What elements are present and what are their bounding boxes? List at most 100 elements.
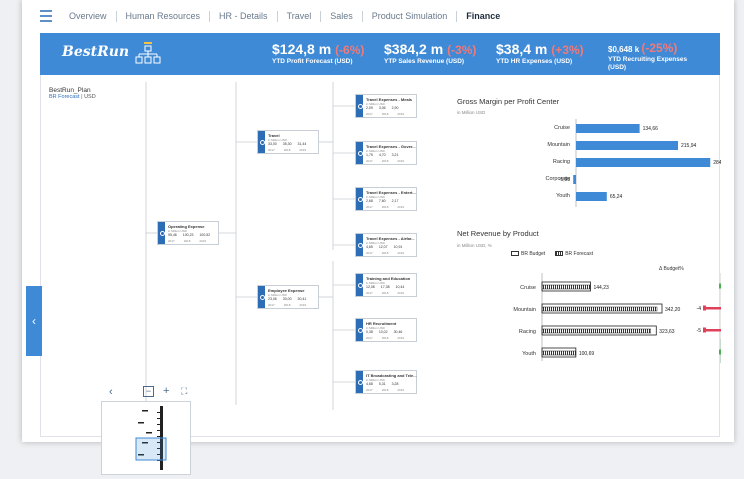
minimap-drawing — [135, 406, 167, 470]
tree-node-it-broadcasting[interactable]: IT Broadcasting and Tele... in Million U… — [355, 370, 417, 394]
node-year: 2017 — [366, 388, 373, 392]
nr-forecast-bar[interactable] — [541, 350, 577, 356]
minimap[interactable] — [101, 401, 191, 475]
kpi-hr-expenses[interactable]: $38,4 m (+3%) YTD HR Expenses (USD) — [496, 41, 584, 65]
node-icon — [356, 188, 363, 210]
delta-bar-negative[interactable] — [705, 307, 721, 310]
tree-node-travel-meals[interactable]: Travel Expenses - Meals in Million USD 2… — [355, 94, 417, 118]
previous-page-button[interactable]: ‹ — [26, 286, 42, 356]
gm-data-label: -5,93 — [559, 177, 571, 183]
legend-item-budget[interactable]: BR Budget — [511, 251, 545, 257]
tree-node-travel-government[interactable]: Travel Expenses - Gover... in Million US… — [355, 141, 417, 165]
nr-category-label: Cruise — [520, 285, 536, 291]
node-value: 33,00 — [268, 142, 277, 146]
node-value: 12,07 — [378, 245, 388, 249]
tab-human-resources[interactable]: Human Resources — [117, 10, 211, 22]
nr-forecast-bar[interactable] — [541, 284, 591, 290]
gm-bar[interactable] — [576, 192, 607, 201]
bestrun-logo: BestRun — [62, 44, 130, 60]
gm-bar[interactable] — [576, 158, 711, 167]
tab-hr-details[interactable]: HR - Details — [210, 10, 278, 22]
tree-node-travel[interactable]: Travel in Million USD 33,00 35,30 31,44 20… — [257, 130, 319, 154]
gross-margin-chart[interactable]: Cruise134,66Mountain215,94Racing284,18Co… — [451, 117, 721, 209]
node-year: 2019 — [299, 148, 307, 152]
kpi-label: YTD Profit Forecast (USD) — [272, 58, 353, 65]
legend-item-forecast[interactable]: BR Forecast — [555, 251, 593, 257]
tab-product-simulation[interactable]: Product Simulation — [363, 10, 458, 22]
kpi-label: YTD HR Expenses (USD) — [496, 58, 573, 65]
gross-margin-subtitle: in Million USD — [457, 110, 486, 115]
node-icon — [356, 274, 363, 296]
node-value: 30,00 — [282, 297, 292, 301]
node-year: 2017 — [168, 239, 175, 243]
zoom-in-button[interactable]: + — [163, 386, 169, 397]
tree-node-training-education[interactable]: Training and Education in Million USD 12… — [355, 273, 417, 297]
node-value: 3,28 — [391, 382, 399, 386]
net-revenue-legend: BR Budget BR Forecast — [511, 251, 593, 257]
gm-bar[interactable] — [576, 141, 679, 150]
tab-travel[interactable]: Travel — [278, 10, 322, 22]
node-value: 2,09 — [366, 106, 373, 110]
node-value: 3,21 — [391, 153, 399, 157]
tab-sales[interactable]: Sales — [321, 10, 363, 22]
tree-node-operating-expense[interactable]: Operating Expense in Million USD 95,46 10… — [157, 221, 219, 245]
minimap-controls: ‹ − + ⛶ — [103, 386, 203, 400]
node-value: 2,17 — [391, 199, 399, 203]
kpi-delta: (+3%) — [551, 43, 584, 57]
node-icon — [258, 286, 265, 308]
kpi-value: $38,4 m — [496, 41, 548, 57]
node-year: 2019 — [397, 112, 405, 116]
tab-finance[interactable]: Finance — [457, 11, 509, 22]
minimap-back-button[interactable]: ‹ — [109, 386, 113, 398]
nr-category-label: Mountain — [513, 307, 536, 313]
nr-category-label: Youth — [522, 351, 536, 357]
kpi-sales-revenue[interactable]: $384,2 m (-3%) YTP Sales Revenue (USD) — [384, 41, 476, 65]
tree-node-travel-airfare[interactable]: Travel Expenses - Airfar... in Million U… — [355, 233, 417, 257]
kpi-profit-forecast[interactable]: $124,8 m (-6%) YTD Profit Forecast (USD) — [272, 41, 364, 65]
tab-bar: Overview Human Resources HR - Details Tr… — [22, 0, 734, 32]
nr-forecast-bar[interactable] — [541, 306, 658, 312]
kpi-delta: (-6%) — [335, 43, 365, 57]
delta-bar-negative[interactable] — [705, 329, 721, 332]
zoom-out-button[interactable]: − — [143, 386, 154, 397]
node-value: 23,06 — [268, 297, 277, 301]
kpi-delta: (-3%) — [447, 43, 477, 57]
node-icon — [258, 131, 265, 153]
node-value: 3,06 — [378, 106, 386, 110]
kpi-recruiting-expenses[interactable]: $0,648 k (-25%) YTD Recruiting Expenses … — [608, 41, 703, 72]
tree-node-travel-entertainment[interactable]: Travel Expenses - Entert... in Million U… — [355, 187, 417, 211]
fit-screen-button[interactable]: ⛶ — [181, 386, 187, 397]
net-revenue-chart[interactable]: Cruise 144,23 Mountain 342,20 -4 Racing 323,63… — [451, 271, 721, 363]
nr-data-label: 323,63 — [659, 329, 675, 335]
node-value: 31,44 — [297, 142, 307, 146]
gm-data-label: 215,94 — [681, 143, 697, 149]
kpi-label: YTP Sales Revenue (USD) — [384, 58, 465, 65]
node-value: 100,23 — [182, 233, 194, 237]
node-year: 2018 — [183, 239, 191, 243]
node-year: 2019 — [397, 159, 405, 163]
node-year: 2017 — [268, 303, 275, 307]
node-year: 2019 — [397, 336, 405, 340]
node-year: 2018 — [283, 148, 291, 152]
nr-data-label: 342,20 — [665, 307, 681, 313]
node-icon — [356, 319, 363, 341]
gm-bar[interactable] — [576, 124, 640, 133]
tree-node-employee-expense[interactable]: Employee Expense in Million USD 23,06 30,… — [257, 285, 319, 309]
nr-data-label: 144,23 — [593, 285, 609, 291]
node-value: 10,44 — [395, 285, 405, 289]
node-year: 2018 — [381, 251, 389, 255]
node-value: 7,60 — [378, 199, 386, 203]
gm-bar[interactable] — [573, 175, 576, 184]
kpi-banner: BestRun $124,8 m (-6%) YTD Profit Foreca… — [40, 33, 720, 75]
tab-overview[interactable]: Overview — [60, 10, 117, 22]
node-year: 2017 — [366, 251, 373, 255]
tree-node-hr-recruitment[interactable]: HR Recruitment in Million USD 0,38 10,02 3… — [355, 318, 417, 342]
nr-forecast-bar[interactable] — [541, 328, 652, 334]
menu-icon[interactable] — [40, 10, 52, 22]
app-frame: Overview Human Resources HR - Details Tr… — [22, 0, 734, 475]
node-value: 17,38 — [380, 285, 390, 289]
kpi-label: YTD Recruiting Expenses (USD) — [608, 56, 688, 71]
node-year: 2017 — [366, 205, 373, 209]
node-value: 0,38 — [366, 330, 373, 334]
node-year: 2017 — [366, 159, 373, 163]
